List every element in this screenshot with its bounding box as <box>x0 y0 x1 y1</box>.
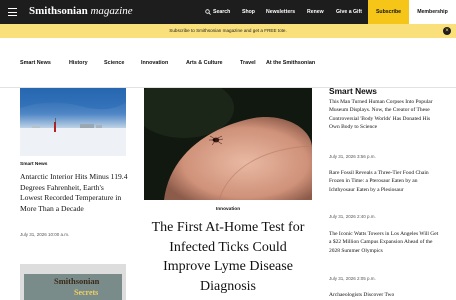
news-item-title[interactable]: Archaeologists Discover Two <box>329 291 439 299</box>
promo-text[interactable]: Subscribe to Smithsonian magazine and ge… <box>0 28 456 33</box>
news-item-date: July 31, 2026 3:56 p.m. <box>329 154 376 159</box>
search-icon[interactable] <box>205 9 211 15</box>
section-arts-culture[interactable]: Arts & Culture <box>186 60 223 66</box>
featured-title[interactable]: The First At-Home Test for Infected Tick… <box>144 218 312 296</box>
antarctica-photo[interactable] <box>20 88 126 156</box>
promo-banner[interactable]: Subscribe to Smithsonian magazine and ge… <box>0 24 456 38</box>
menu-icon[interactable] <box>8 8 17 16</box>
logo-italic: magazine <box>90 5 133 17</box>
tick-scene <box>144 88 312 200</box>
nav-shop[interactable]: Shop <box>242 9 255 15</box>
subscribe-button[interactable]: Subscribe <box>368 0 409 24</box>
section-at-the-smithsonian[interactable]: At the Smithsonian <box>266 60 315 66</box>
magazine-cover[interactable]: Smithsonian Secrets <box>20 264 126 300</box>
section-nav: Smart News History Science Innovation Ar… <box>0 38 456 88</box>
tick-on-finger-photo[interactable] <box>144 88 312 200</box>
news-item-title[interactable]: Rare Fossil Reveals a Three-Tier Food Ch… <box>329 169 439 194</box>
news-item-date: July 31, 2026 2:05 p.m. <box>329 276 376 281</box>
section-history[interactable]: History <box>69 60 88 66</box>
section-science[interactable]: Science <box>104 60 124 66</box>
close-icon[interactable]: × <box>443 27 451 35</box>
smart-news-heading[interactable]: Smart News <box>329 86 377 96</box>
article-date: July 31, 2026 10:00 a.m. <box>20 232 70 237</box>
featured-kicker[interactable]: Innovation <box>144 207 312 212</box>
antarctica-scene <box>20 88 126 156</box>
nav-search[interactable]: Search <box>213 9 230 15</box>
news-item-title[interactable]: The Iconic Watts Towers in Los Angeles W… <box>329 230 439 255</box>
section-innovation[interactable]: Innovation <box>141 60 168 66</box>
nav-renew[interactable]: Renew <box>307 9 324 15</box>
news-item-date: July 31, 2026 2:40 p.m. <box>329 214 376 219</box>
cover-title: Smithsonian <box>54 276 100 286</box>
site-logo[interactable]: Smithsonian magazine <box>29 5 133 17</box>
nav-newsletters[interactable]: Newsletters <box>266 9 295 15</box>
membership-button[interactable]: Membership <box>409 0 456 24</box>
section-travel[interactable]: Travel <box>240 60 256 66</box>
article-kicker[interactable]: Smart News <box>20 162 47 167</box>
cover-subtitle: Secrets <box>74 288 99 297</box>
logo-main: Smithsonian <box>29 5 88 17</box>
nav-give-a-gift[interactable]: Give a Gift <box>336 9 362 15</box>
top-bar: Smithsonian magazine Search Shop Newslet… <box>0 0 456 24</box>
news-item-title[interactable]: This Man Turned Human Corpses Into Popul… <box>329 98 439 131</box>
article-title[interactable]: Antarctic Interior Hits Minus 119.4 Degr… <box>20 172 128 214</box>
section-smart-news[interactable]: Smart News <box>20 60 51 66</box>
